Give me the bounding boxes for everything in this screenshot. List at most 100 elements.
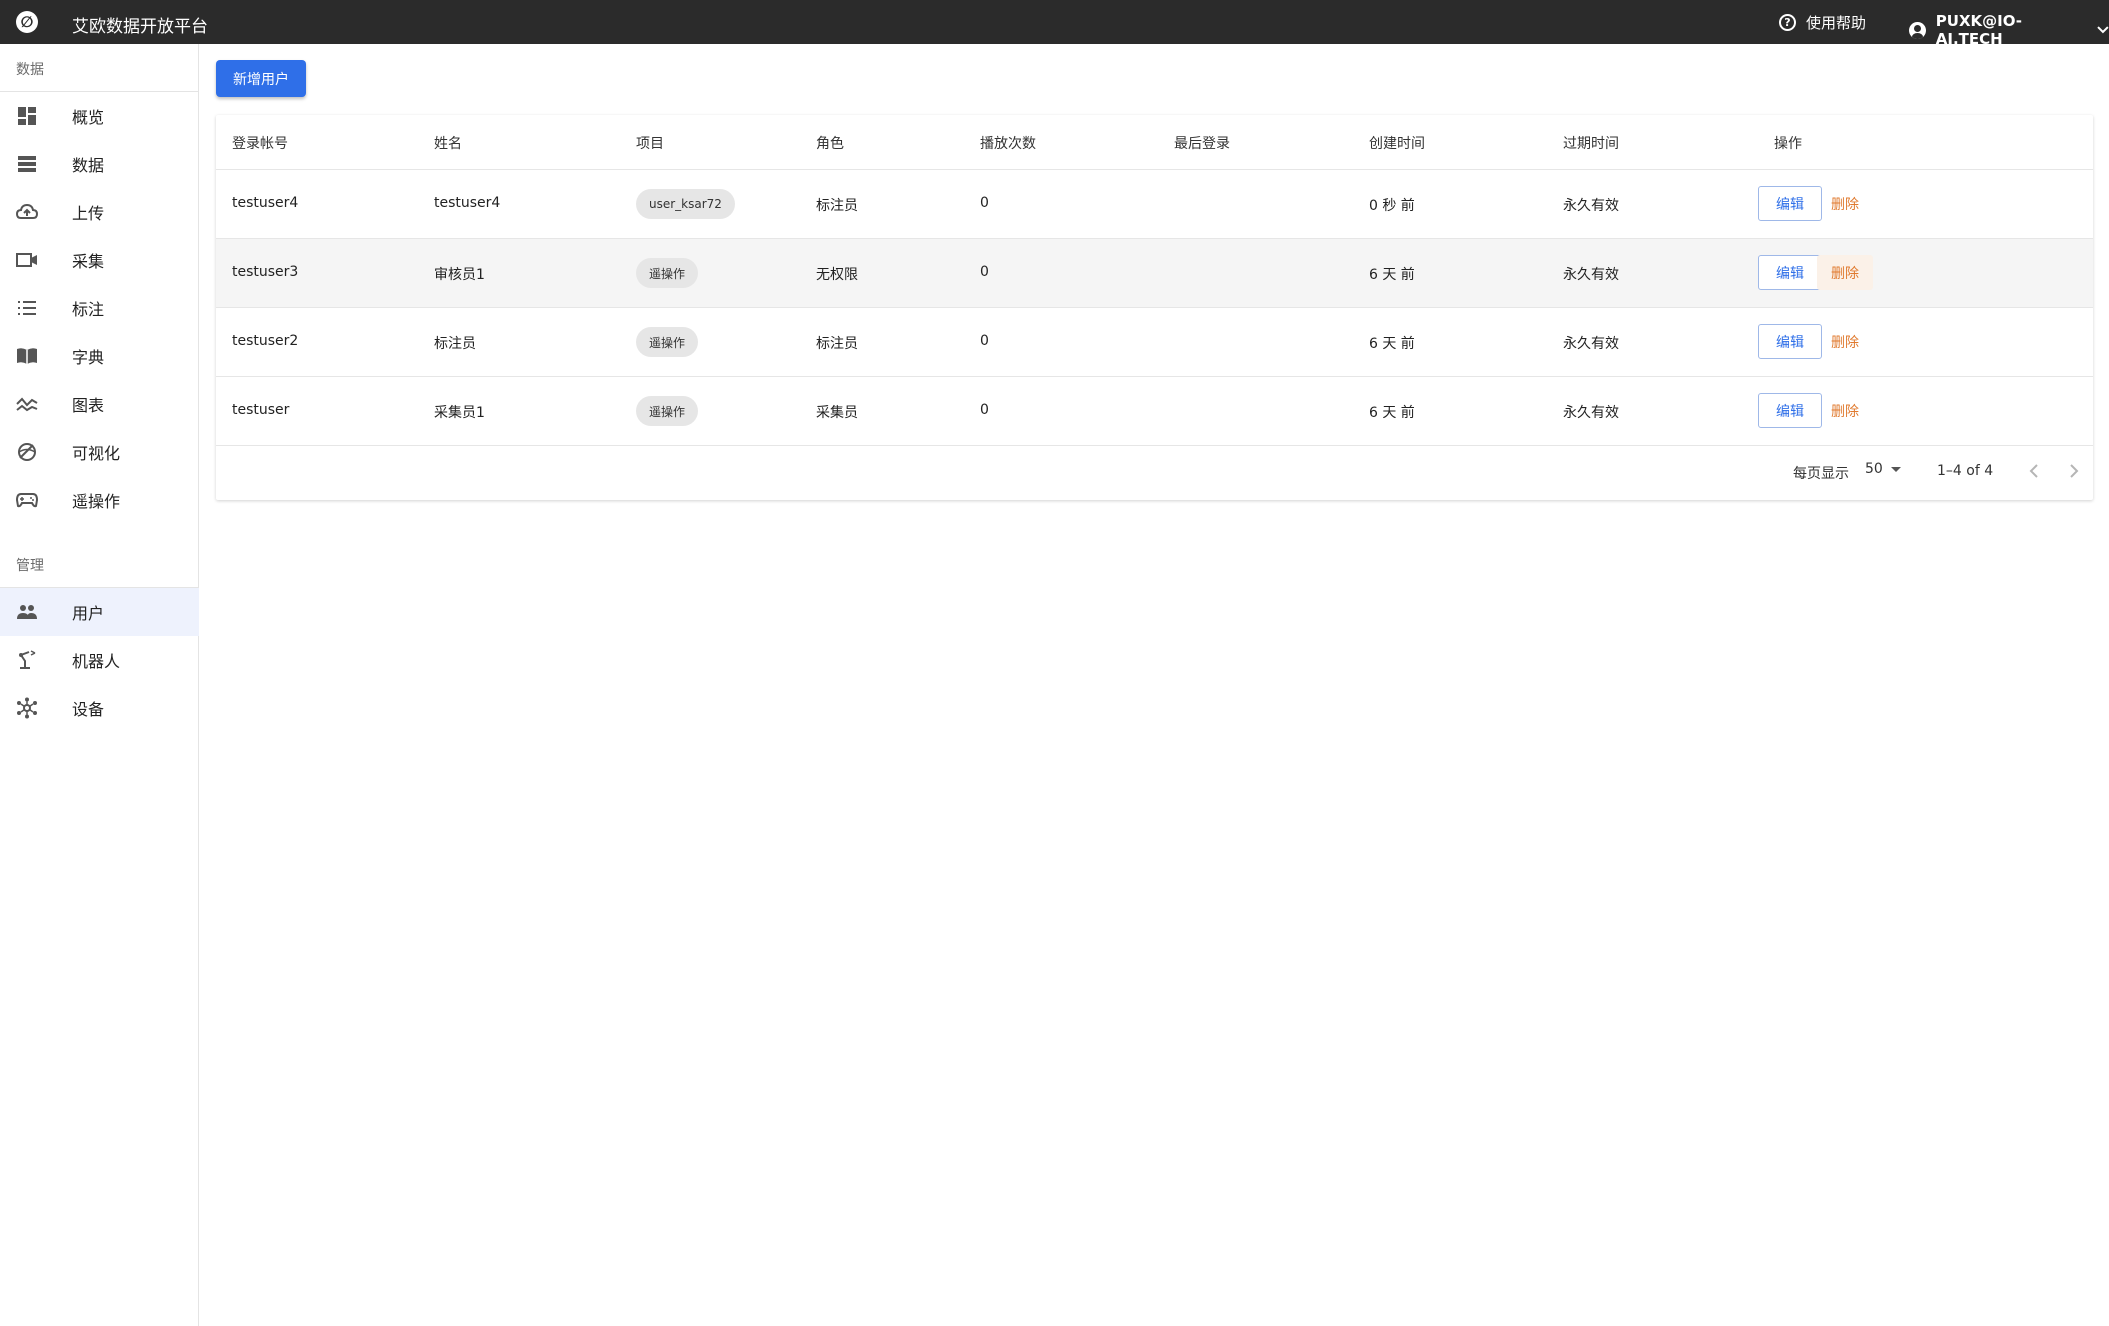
- cell-role: 采集员: [816, 405, 858, 421]
- caret-down-icon: [1890, 466, 1901, 472]
- project-chip: user_ksar72: [636, 189, 735, 219]
- cell-created: 6 天 前: [1369, 336, 1415, 352]
- sidebar-item-users[interactable]: 用户: [0, 588, 199, 636]
- table-row[interactable]: testuser4 testuser4 user_ksar72 标注员 0 0 …: [216, 170, 2093, 239]
- top-app-bar: ∅ 艾欧数据开放平台 ? 使用帮助 PUXK@IO-AI.TECH: [0, 0, 2109, 48]
- cell-account: testuser: [232, 402, 290, 418]
- sidebar-item-label: 字典: [72, 348, 105, 367]
- rows-per-page-select[interactable]: 50: [1865, 461, 1901, 477]
- prev-page-button[interactable]: [2022, 458, 2046, 484]
- edit-button[interactable]: 编辑: [1758, 393, 1822, 428]
- sidebar-item-teleop[interactable]: 遥操作: [0, 476, 199, 524]
- help-link[interactable]: ? 使用帮助: [1779, 12, 1866, 33]
- chevron-down-icon: [2097, 26, 2109, 34]
- cell-expires: 永久有效: [1563, 267, 1619, 283]
- column-header[interactable]: 项目: [636, 133, 664, 153]
- cell-name: testuser4: [434, 195, 501, 211]
- sidebar-item-label: 采集: [72, 252, 105, 271]
- cell-account: testuser4: [232, 195, 299, 211]
- cell-role: 无权限: [816, 267, 858, 283]
- cell-expires: 永久有效: [1563, 198, 1619, 214]
- page-range: 1–4 of 4: [1937, 463, 1994, 479]
- cell-role: 标注员: [816, 198, 858, 214]
- delete-button[interactable]: 删除: [1817, 393, 1873, 428]
- sidebar-item-label: 图表: [72, 396, 105, 415]
- account-icon: [1909, 21, 1926, 39]
- delete-button[interactable]: 删除: [1817, 186, 1873, 221]
- sidebar-item-capture[interactable]: 采集: [0, 236, 199, 284]
- edit-button[interactable]: 编辑: [1758, 186, 1822, 221]
- cell-plays: 0: [980, 264, 989, 280]
- table-row[interactable]: testuser 采集员1 遥操作 采集员 0 6 天 前 永久有效 编辑 删除: [216, 377, 2093, 446]
- sidebar-item-label: 数据: [72, 156, 105, 175]
- sidebar-item-label: 标注: [72, 300, 105, 319]
- add-user-button[interactable]: 新增用户: [216, 60, 306, 97]
- table-row[interactable]: testuser2 标注员 遥操作 标注员 0 6 天 前 永久有效 编辑 删除: [216, 308, 2093, 377]
- cloud-upload-icon: [16, 201, 38, 223]
- delete-button[interactable]: 删除: [1817, 255, 1873, 290]
- section-label-data: 数据: [16, 62, 44, 78]
- sidebar-item-label: 机器人: [72, 652, 121, 671]
- sidebar-item-label: 概览: [72, 108, 105, 127]
- storage-icon: [16, 153, 38, 175]
- dashboard-icon: [16, 105, 38, 127]
- cell-created: 6 天 前: [1369, 405, 1415, 421]
- user-menu[interactable]: PUXK@IO-AI.TECH: [1909, 12, 2109, 48]
- people-icon: [16, 601, 38, 623]
- cell-account: testuser2: [232, 333, 299, 349]
- user-label: PUXK@IO-AI.TECH: [1935, 12, 2022, 48]
- pagination: 每页显示 50 1–4 of 4: [216, 446, 2093, 499]
- help-label: 使用帮助: [1806, 14, 1867, 32]
- help-icon: ?: [1779, 14, 1796, 31]
- visualization-icon: [16, 441, 38, 463]
- edit-button[interactable]: 编辑: [1758, 324, 1822, 359]
- rows-per-page-label: 每页显示: [1793, 466, 1849, 482]
- cell-role: 标注员: [816, 336, 858, 352]
- column-header[interactable]: 过期时间: [1563, 133, 1619, 153]
- sidebar-item-label: 遥操作: [72, 492, 121, 511]
- sidebar-item-devices[interactable]: 设备: [0, 684, 199, 732]
- sidebar-item-dictionary[interactable]: 字典: [0, 332, 199, 380]
- column-header[interactable]: 播放次数: [980, 133, 1036, 153]
- sidebar-item-visualization[interactable]: 可视化: [0, 428, 199, 476]
- project-chip: 遥操作: [636, 396, 699, 426]
- robot-arm-icon: [16, 649, 38, 671]
- cell-plays: 0: [980, 402, 989, 418]
- column-header[interactable]: 创建时间: [1369, 133, 1425, 153]
- cell-name: 采集员1: [434, 405, 485, 421]
- delete-button[interactable]: 删除: [1817, 324, 1873, 359]
- logo-icon[interactable]: ∅: [16, 11, 38, 33]
- table-row[interactable]: testuser3 审核员1 遥操作 无权限 0 6 天 前 永久有效 编辑 删…: [216, 239, 2093, 308]
- sidebar-item-label: 可视化: [72, 444, 121, 463]
- column-header[interactable]: 登录帐号: [232, 133, 288, 153]
- book-icon: [16, 345, 38, 367]
- cell-plays: 0: [980, 333, 989, 349]
- cell-expires: 永久有效: [1563, 405, 1619, 421]
- sidebar-item-robots[interactable]: 机器人: [0, 636, 199, 684]
- gamepad-icon: [16, 489, 38, 511]
- line-chart-icon: [16, 393, 38, 415]
- cell-name: 标注员: [434, 336, 476, 352]
- project-chip: 遥操作: [636, 258, 699, 288]
- column-header[interactable]: 最后登录: [1174, 133, 1230, 153]
- sidebar-item-overview[interactable]: 概览: [0, 92, 199, 140]
- cell-name: 审核员1: [434, 267, 485, 283]
- sidebar-item-annotate[interactable]: 标注: [0, 284, 199, 332]
- sidebar-item-data[interactable]: 数据: [0, 140, 199, 188]
- column-header[interactable]: 角色: [816, 133, 844, 153]
- cell-created: 6 天 前: [1369, 267, 1415, 283]
- hub-icon: [16, 697, 38, 719]
- sidebar: 数据 概览 数据 上传 采集 标注 字典 图表 可视化 遥操作 管理 用户 机器…: [0, 44, 199, 1326]
- section-label-admin: 管理: [16, 558, 44, 574]
- sidebar-item-upload[interactable]: 上传: [0, 188, 199, 236]
- next-page-button[interactable]: [2062, 458, 2086, 484]
- sidebar-item-charts[interactable]: 图表: [0, 380, 199, 428]
- rows-per-page-value: 50: [1865, 461, 1883, 477]
- project-chip: 遥操作: [636, 327, 699, 357]
- table-header: 登录帐号 姓名 项目 角色 播放次数 最后登录 创建时间 过期时间 操作: [216, 115, 2093, 170]
- column-header[interactable]: 姓名: [434, 133, 462, 153]
- edit-button[interactable]: 编辑: [1758, 255, 1822, 290]
- sidebar-item-label: 设备: [72, 700, 105, 719]
- list-numbered-icon: [16, 297, 38, 319]
- column-header: 操作: [1774, 136, 1802, 152]
